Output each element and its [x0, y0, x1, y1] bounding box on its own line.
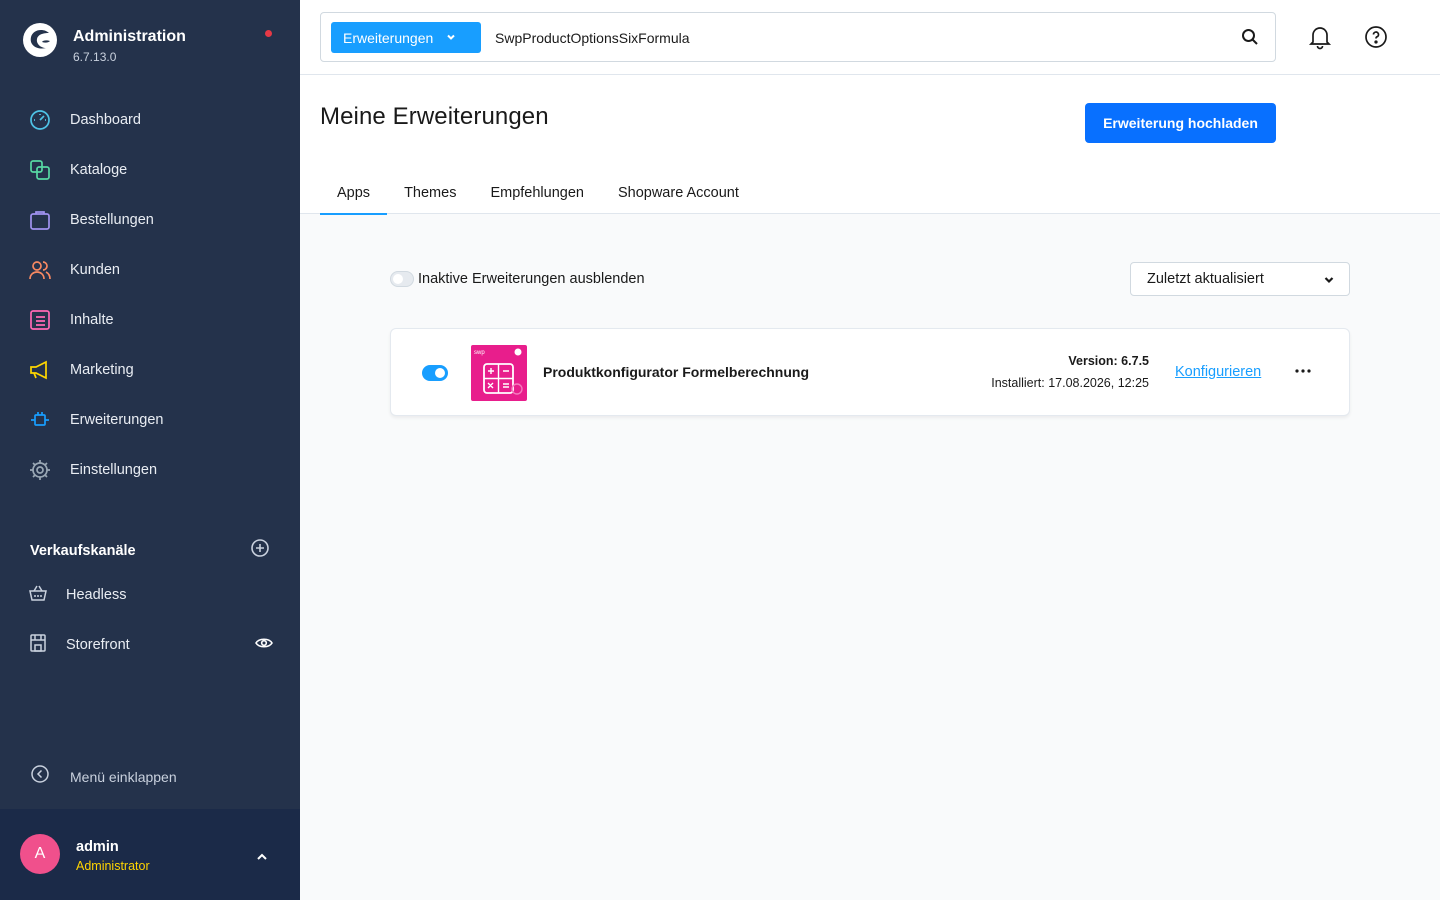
settings-icon: [28, 458, 52, 482]
sort-select-value: Zuletzt aktualisiert: [1147, 271, 1264, 287]
sales-channels-header: Verkaufskanäle: [30, 538, 270, 563]
nav-label: Erweiterungen: [70, 412, 164, 428]
sales-channel-label: Headless: [66, 587, 127, 603]
marketing-icon: [28, 358, 52, 382]
upload-extension-button[interactable]: Erweiterung hochladen: [1085, 103, 1276, 143]
collapse-menu-label: Menü einklappen: [70, 768, 177, 785]
avatar: A: [20, 834, 60, 874]
nav-label: Einstellungen: [70, 462, 158, 478]
collapse-menu-button[interactable]: Menü einklappen: [30, 764, 177, 789]
dashboard-icon: [28, 108, 52, 132]
extension-active-toggle[interactable]: [422, 365, 448, 381]
sort-select[interactable]: Zuletzt aktualisiert: [1130, 262, 1350, 296]
user-name: admin: [76, 839, 119, 855]
nav-item-einstellungen[interactable]: Einstellungen: [0, 445, 300, 495]
nav-item-dashboard[interactable]: Dashboard: [0, 95, 300, 145]
extension-installed-date: Installiert: 17.08.2026, 12:25: [991, 376, 1149, 390]
search-type-label: Erweiterungen: [343, 29, 434, 46]
extension-version: Version: 6.7.5: [1068, 354, 1149, 368]
brand[interactable]: Administration 6.7.13.0: [22, 22, 186, 64]
page-title: Meine Erweiterungen: [320, 103, 549, 130]
brand-title: Administration: [73, 28, 186, 45]
user-role: Administrator: [76, 859, 150, 873]
orders-icon: [28, 208, 52, 232]
filter-row: Inaktive Erweiterungen ausblenden Zuletz…: [390, 262, 1350, 296]
tab-empfehlungen[interactable]: Empfehlungen: [473, 175, 601, 214]
nav-label: Marketing: [70, 362, 134, 378]
help-icon[interactable]: [1364, 25, 1388, 54]
nav-label: Inhalte: [70, 312, 114, 328]
chevron-up-icon[interactable]: [254, 849, 270, 870]
tab-apps[interactable]: Apps: [320, 175, 388, 215]
nav-item-erweiterungen[interactable]: Erweiterungen: [0, 395, 300, 445]
search-type-dropdown[interactable]: Erweiterungen: [331, 22, 481, 53]
extension-calculator-icon: swp: [471, 345, 527, 401]
nav-label: Kataloge: [70, 162, 128, 178]
sales-channel-headless[interactable]: Headless: [28, 580, 274, 610]
hide-inactive-toggle[interactable]: [390, 271, 414, 287]
nav-item-inhalte[interactable]: Inhalte: [0, 295, 300, 345]
chevron-down-icon: [445, 30, 457, 46]
page-header: Meine Erweiterungen Erweiterung hochlade…: [300, 75, 1440, 215]
bell-icon[interactable]: [1308, 24, 1332, 55]
eye-icon[interactable]: [254, 633, 274, 658]
extension-card: swp Produktkonfigurator Formelberechnung…: [390, 328, 1350, 416]
sidebar: Administration 6.7.13.0 Dashboard Katalo…: [0, 0, 300, 900]
extension-name: Produktkonfigurator Formelberechnung: [543, 364, 810, 380]
sales-channels-title: Verkaufskanäle: [30, 542, 136, 559]
sales-channel-storefront[interactable]: Storefront: [28, 630, 274, 660]
user-menu[interactable]: A admin Administrator: [0, 809, 300, 900]
nav-item-kunden[interactable]: Kunden: [0, 245, 300, 295]
notification-dot: [265, 30, 272, 37]
extensions-icon: [28, 408, 52, 432]
storefront-icon: [28, 633, 48, 658]
configure-link[interactable]: Konfigurieren: [1175, 364, 1261, 380]
basket-icon: [28, 583, 48, 608]
customers-icon: [28, 258, 52, 282]
chevron-down-icon: [1323, 274, 1335, 290]
search-icon[interactable]: [1241, 28, 1259, 51]
tab-themes[interactable]: Themes: [387, 175, 473, 214]
hide-inactive-label: Inaktive Erweiterungen ausblenden: [418, 271, 645, 287]
nav-item-kataloge[interactable]: Kataloge: [0, 145, 300, 195]
nav-item-marketing[interactable]: Marketing: [0, 345, 300, 395]
brand-version: 6.7.13.0: [73, 50, 117, 64]
nav-item-bestellungen[interactable]: Bestellungen: [0, 195, 300, 245]
content-icon: [28, 308, 52, 332]
shopware-logo-icon: [23, 23, 57, 57]
more-options-icon[interactable]: [1293, 361, 1313, 381]
extension-icon-text: swp: [474, 350, 485, 356]
tabs: Apps Themes Empfehlungen Shopware Accoun…: [320, 175, 756, 215]
tab-shopware-account[interactable]: Shopware Account: [601, 175, 756, 214]
nav-label: Bestellungen: [70, 212, 154, 228]
nav-label: Dashboard: [70, 112, 141, 128]
main-nav: Dashboard Kataloge Bestellungen Kunden I…: [0, 95, 300, 495]
top-bar: Erweiterungen: [300, 0, 1440, 75]
search-input[interactable]: [495, 26, 1215, 50]
catalog-icon: [28, 158, 52, 182]
sales-channel-label: Storefront: [66, 637, 130, 653]
nav-label: Kunden: [70, 262, 120, 278]
global-search: Erweiterungen: [320, 12, 1276, 62]
chevron-left-circle-icon: [30, 764, 50, 789]
add-sales-channel-icon[interactable]: [250, 538, 270, 563]
